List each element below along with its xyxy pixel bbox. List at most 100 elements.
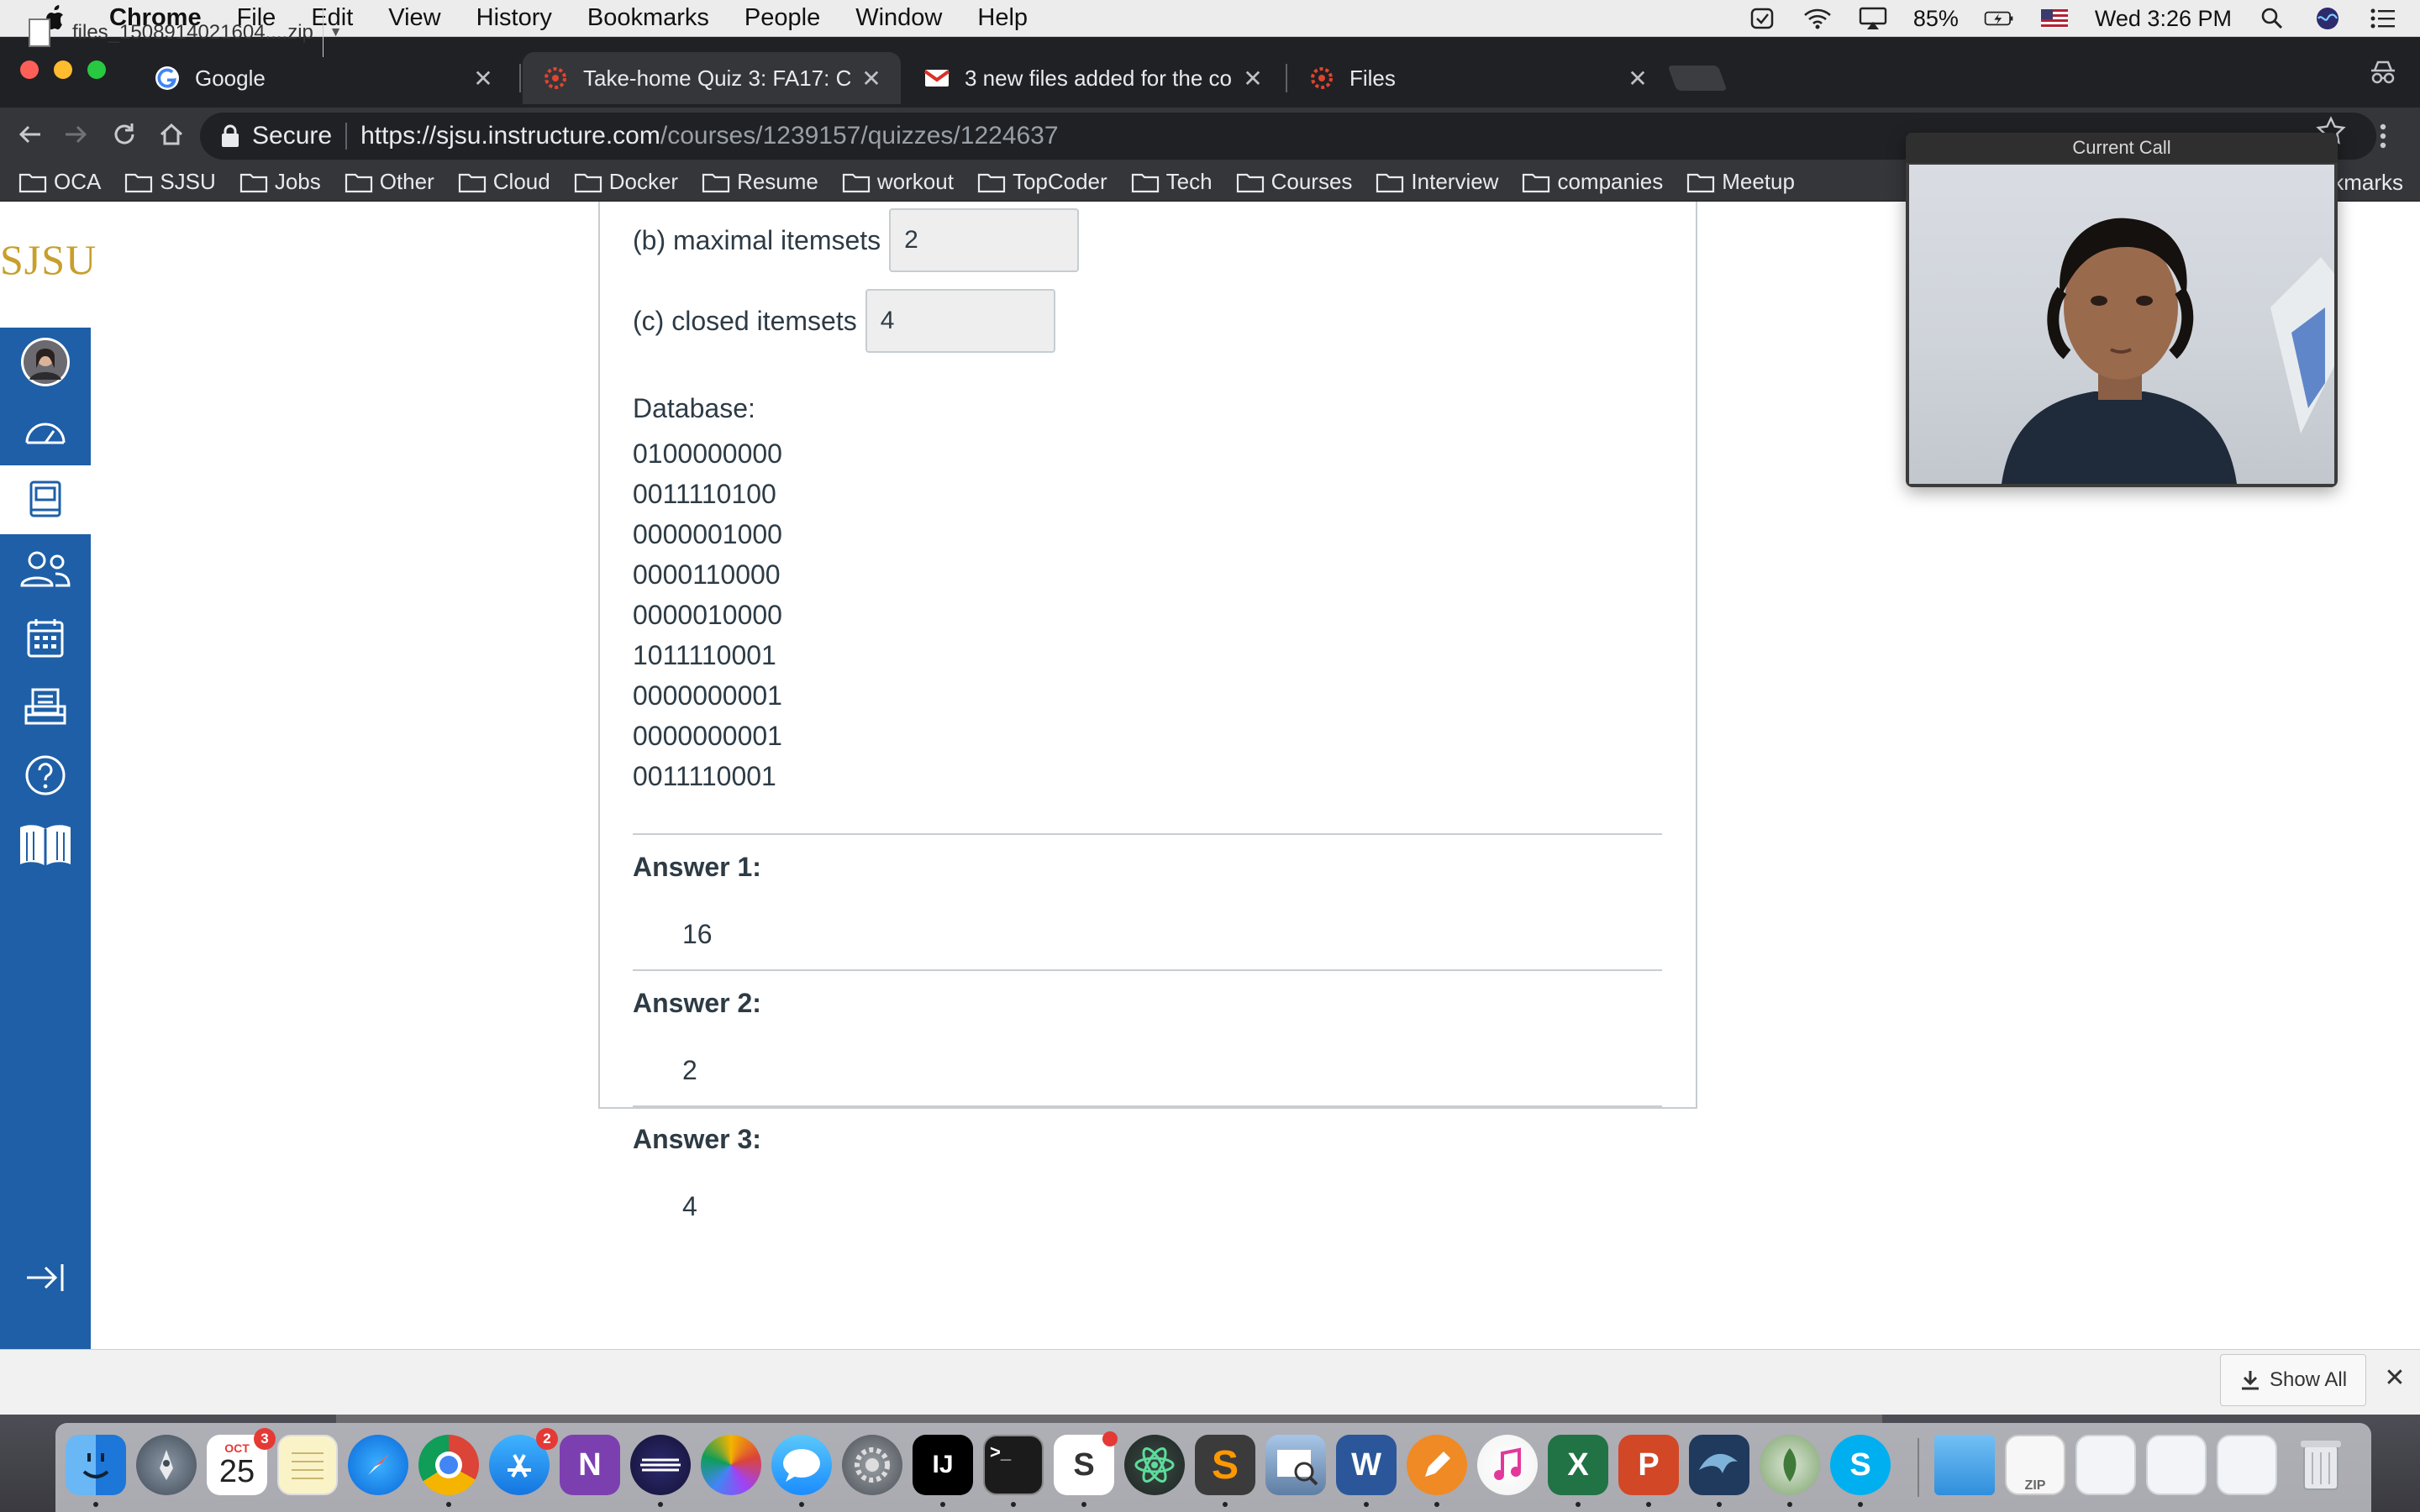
photos-icon[interactable]	[701, 1435, 761, 1495]
running-indicator	[1646, 1502, 1651, 1507]
skype-icon[interactable]: S	[1830, 1435, 1891, 1495]
system-preferences-icon[interactable]	[842, 1435, 902, 1495]
bookmark-folder-sjsu[interactable]: SJSU	[124, 169, 216, 195]
bookmark-folder-companies[interactable]: companies	[1522, 169, 1663, 195]
menu-people[interactable]: People	[744, 4, 820, 32]
menu-view[interactable]: View	[388, 4, 440, 32]
bookmark-folder-courses[interactable]: Courses	[1236, 169, 1352, 195]
bookmark-folder-other[interactable]: Other	[345, 169, 434, 195]
document-stack-icon[interactable]	[2217, 1435, 2277, 1495]
pencil-app-icon[interactable]	[1407, 1435, 1467, 1495]
bookmark-folder-topcoder[interactable]: TopCoder	[977, 169, 1107, 195]
onenote-icon[interactable]: N	[560, 1435, 620, 1495]
slack-icon[interactable]: S	[1054, 1431, 1118, 1495]
window-zoom-button[interactable]	[87, 60, 106, 79]
bookmark-folder-resume[interactable]: Resume	[702, 169, 818, 195]
terminal-icon[interactable]: >_	[983, 1435, 1044, 1495]
download-item[interactable]: files_1508914021604....zip ▼	[10, 8, 348, 57]
checklist-icon[interactable]	[1747, 6, 1777, 31]
siri-icon[interactable]	[2312, 6, 2343, 31]
menu-help[interactable]: Help	[977, 4, 1028, 32]
notification-center-icon[interactable]	[2368, 6, 2398, 31]
forward-arrow-icon[interactable]	[57, 116, 94, 153]
battery-icon[interactable]	[1984, 6, 2014, 31]
chrome-app-icon[interactable]	[418, 1435, 479, 1495]
itunes-icon[interactable]	[1477, 1435, 1538, 1495]
atom-icon[interactable]	[1124, 1435, 1185, 1495]
messages-icon[interactable]	[771, 1435, 832, 1495]
trash-icon[interactable]	[2291, 1435, 2351, 1495]
bookmark-folder-docker[interactable]: Docker	[574, 169, 678, 195]
tab-files[interactable]: Files ✕	[1289, 52, 1667, 104]
bookmark-folder-workout[interactable]: workout	[842, 169, 954, 195]
screenshot-stack-icon[interactable]	[2146, 1435, 2207, 1495]
menu-bookmarks[interactable]: Bookmarks	[587, 4, 709, 32]
tab-take-home-quiz[interactable]: Take-home Quiz 3: FA17: CMPE ✕	[523, 52, 901, 104]
home-icon[interactable]	[153, 116, 190, 153]
back-arrow-icon[interactable]	[12, 116, 49, 153]
tab-close-icon[interactable]: ✕	[1240, 65, 1265, 92]
downloads-folder-icon[interactable]	[1934, 1435, 1995, 1495]
menu-window[interactable]: Window	[855, 4, 942, 32]
excel-icon[interactable]: X	[1548, 1435, 1608, 1495]
zip-stack-icon[interactable]: ZIP	[2005, 1435, 2065, 1495]
reload-icon[interactable]	[106, 116, 143, 153]
spotlight-search-icon[interactable]	[2257, 6, 2287, 31]
eclipse-icon[interactable]	[630, 1435, 691, 1495]
preview-icon[interactable]	[1265, 1435, 1326, 1495]
menu-history[interactable]: History	[476, 4, 552, 32]
nav-courses[interactable]	[0, 465, 91, 534]
bookmark-folder-interview[interactable]: Interview	[1376, 169, 1498, 195]
finder-icon[interactable]	[66, 1435, 126, 1495]
sjsu-logo[interactable]: SJSU	[0, 235, 96, 284]
maximal-itemsets-input[interactable]: 2	[889, 208, 1080, 272]
tab-close-icon[interactable]: ✕	[859, 65, 884, 92]
menu-clock[interactable]: Wed 3:26 PM	[2095, 6, 2232, 32]
close-shelf-icon[interactable]: ✕	[2378, 1361, 2412, 1394]
nav-inbox[interactable]	[0, 672, 91, 741]
window-close-button[interactable]	[20, 60, 39, 79]
nav-calendar[interactable]	[0, 603, 91, 672]
robomongo-icon[interactable]	[1760, 1435, 1820, 1495]
document-stack-icon[interactable]	[2075, 1435, 2136, 1495]
tab-google[interactable]: Google ✕	[134, 52, 513, 104]
nav-groups[interactable]	[0, 534, 91, 603]
nav-collapse[interactable]	[0, 1243, 91, 1312]
download-options-caret[interactable]: ▼	[323, 8, 348, 57]
tab-close-icon[interactable]: ✕	[1625, 65, 1650, 92]
nav-dashboard[interactable]	[0, 396, 91, 465]
show-all-downloads-button[interactable]: Show All	[2220, 1354, 2366, 1406]
notes-app-icon[interactable]	[277, 1435, 338, 1495]
bookmark-folder-jobs[interactable]: Jobs	[239, 169, 321, 195]
bookmark-folder-oca[interactable]: OCA	[18, 169, 101, 195]
closed-itemsets-input[interactable]: 4	[865, 289, 1055, 353]
nav-commons[interactable]	[0, 810, 91, 879]
call-video-feed[interactable]	[1909, 165, 2334, 484]
powerpoint-icon[interactable]: P	[1618, 1435, 1679, 1495]
calendar-app-icon[interactable]: OCT 25 3	[207, 1428, 276, 1495]
nav-account[interactable]	[0, 328, 91, 396]
nav-help[interactable]	[0, 741, 91, 810]
sublime-text-icon[interactable]: S	[1195, 1435, 1255, 1495]
profile-icon[interactable]	[2366, 55, 2400, 89]
tab-gmail[interactable]: 3 new files added for the course ✕	[904, 52, 1282, 104]
us-flag-icon[interactable]	[2039, 6, 2070, 31]
intellij-icon[interactable]: IJ	[913, 1435, 973, 1495]
chrome-menu-icon[interactable]	[2366, 119, 2400, 153]
current-call-window[interactable]: Current Call	[1906, 133, 2338, 487]
other-bookmarks[interactable]: kmarks	[2333, 163, 2403, 202]
mysql-workbench-icon[interactable]	[1689, 1435, 1749, 1495]
bookmark-folder-cloud[interactable]: Cloud	[458, 169, 550, 195]
launchpad-icon[interactable]	[136, 1435, 197, 1495]
bookmark-folder-meetup[interactable]: Meetup	[1686, 169, 1795, 195]
window-minimize-button[interactable]	[54, 60, 72, 79]
tab-close-icon[interactable]: ✕	[471, 65, 496, 92]
new-tab-button[interactable]	[1667, 66, 1728, 91]
airplay-icon[interactable]	[1858, 6, 1888, 31]
safari-icon[interactable]	[348, 1435, 408, 1495]
horizontal-scrollbar[interactable]	[336, 1415, 1882, 1423]
bookmark-folder-tech[interactable]: Tech	[1131, 169, 1213, 195]
word-icon[interactable]: W	[1336, 1435, 1397, 1495]
wifi-icon[interactable]	[1802, 6, 1833, 31]
app-store-icon[interactable]: 2	[489, 1428, 558, 1495]
